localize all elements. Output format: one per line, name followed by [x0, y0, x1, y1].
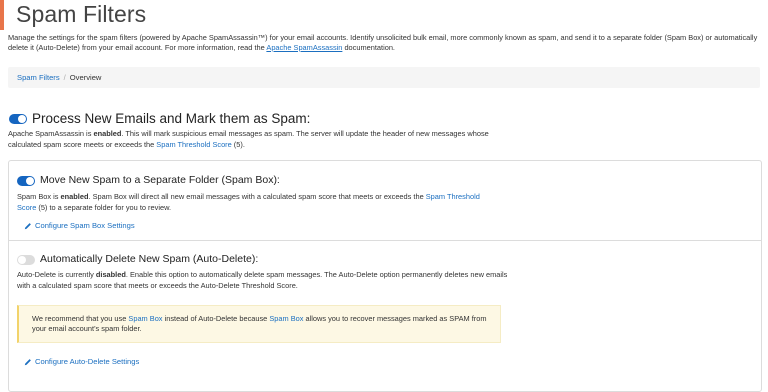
auto-delete-toggle[interactable]: [17, 255, 35, 265]
configure-spam-box-label: Configure Spam Box Settings: [35, 221, 135, 230]
desc-text: Spam Box is: [17, 192, 61, 201]
auto-delete-description: Auto-Delete is currently disabled. Enabl…: [17, 270, 517, 291]
notice-body: instead of Auto-Delete because: [162, 314, 270, 323]
desc-text: (5).: [231, 139, 245, 149]
spam-threshold-score-link[interactable]: Spam Threshold Score: [156, 140, 231, 149]
notice-text: We recommend that you use Spam Box inste…: [32, 314, 492, 334]
process-spam-heading: Process New Emails and Mark them as Spam…: [32, 111, 311, 126]
panel-divider: [8, 240, 761, 241]
toggle-knob: [26, 177, 34, 185]
desc-text: . Spam Box will direct all new email mes…: [88, 192, 426, 201]
intro-text: Manage the settings for the spam filters…: [8, 33, 758, 53]
desc-text: Auto-Delete is currently: [17, 270, 96, 279]
spam-box-recommendation-notice: We recommend that you use Spam Box inste…: [17, 305, 501, 343]
configure-spam-box-link[interactable]: Configure Spam Box Settings: [24, 221, 135, 230]
breadcrumb: Spam Filters / Overview: [8, 67, 760, 88]
status-enabled: enabled: [93, 129, 122, 138]
spam-box-link[interactable]: Spam Box: [128, 314, 162, 323]
auto-delete-heading: Automatically Delete New Spam (Auto-Dele…: [40, 253, 259, 265]
pencil-icon: [24, 358, 31, 365]
configure-auto-delete-link[interactable]: Configure Auto-Delete Settings: [24, 357, 139, 366]
configure-auto-delete-label: Configure Auto-Delete Settings: [35, 357, 140, 366]
breadcrumb-current: Overview: [69, 73, 102, 82]
apache-spamassassin-doc-link[interactable]: Apache SpamAssassin: [266, 43, 342, 52]
status-enabled: enabled: [60, 192, 89, 201]
page-title: Spam Filters: [16, 1, 147, 27]
spam-box-heading: Move New Spam to a Separate Folder (Spam…: [40, 174, 280, 186]
status-disabled: disabled: [95, 270, 126, 279]
spam-box-toggle[interactable]: [17, 176, 35, 186]
process-spam-description: Apache SpamAssassin is enabled. This wil…: [8, 129, 508, 150]
title-accent-bar: [0, 0, 4, 30]
toggle-knob: [18, 256, 26, 264]
spam-box-link[interactable]: Spam Box: [269, 314, 303, 323]
desc-text: (5) to a separate folder for you to revi…: [36, 202, 172, 212]
breadcrumb-spam-filters-link[interactable]: Spam Filters: [17, 73, 60, 82]
breadcrumb-separator: /: [63, 73, 66, 82]
pencil-icon: [24, 222, 31, 229]
spam-box-description: Spam Box is enabled. Spam Box will direc…: [17, 192, 487, 213]
notice-body: We recommend that you use: [32, 314, 129, 323]
toggle-knob: [18, 115, 26, 123]
desc-text: Apache SpamAssassin is: [8, 129, 94, 138]
intro-tail: documentation.: [342, 43, 395, 52]
process-spam-toggle[interactable]: [9, 114, 27, 124]
